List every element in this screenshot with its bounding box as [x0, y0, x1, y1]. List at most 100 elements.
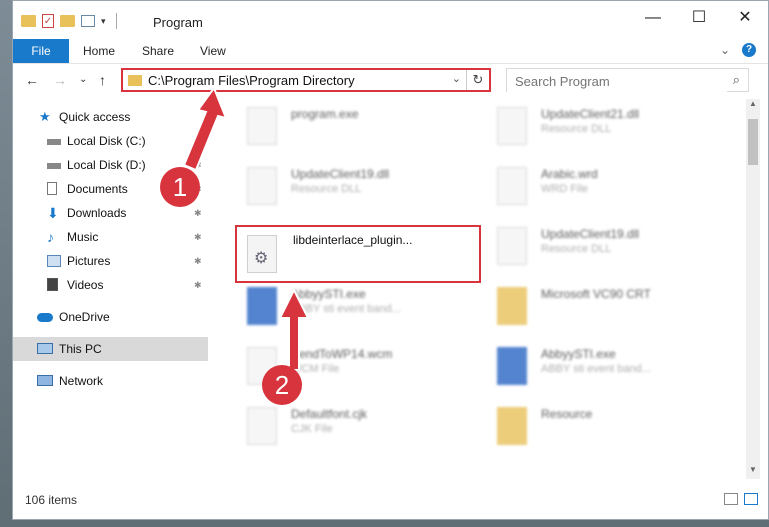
documents-icon	[47, 182, 57, 195]
drive-icon	[47, 163, 61, 169]
file-item[interactable]: Defaultfont.cjk CJK File	[233, 399, 473, 455]
sidebar-item-label: Pictures	[67, 254, 111, 268]
file-item[interactable]: AbbyySTI.exe ABBY sti event band...	[483, 339, 723, 395]
details-view-icon[interactable]	[724, 493, 738, 505]
file-type: Resource DLL	[291, 183, 362, 195]
ribbon-tabs: File Home Share View ⌄ ?	[13, 39, 768, 64]
videos-icon	[47, 278, 58, 291]
recent-locations-chevron-icon[interactable]: ⌄	[79, 74, 87, 85]
dll-file-icon	[497, 107, 527, 145]
properties-check-icon[interactable]: ✓	[42, 14, 54, 28]
file-item[interactable]: UpdateClient19.dll Resource DLL	[483, 219, 723, 275]
generic-file-icon	[497, 167, 527, 205]
pin-icon[interactable]: ✱	[194, 201, 202, 225]
downloads-icon: ⬇	[47, 205, 59, 221]
sidebar-item-quick-access[interactable]: ★ Quick access	[13, 105, 208, 129]
file-type: ABBY sti event band...	[541, 363, 651, 375]
address-bar[interactable]: C:\Program Files\Program Directory ⌄ ↻	[121, 68, 491, 92]
file-item[interactable]: Resource	[483, 399, 723, 455]
tab-home[interactable]: Home	[83, 39, 115, 63]
folder-icon	[128, 75, 142, 86]
sidebar-item-onedrive[interactable]: OneDrive	[13, 305, 208, 329]
sidebar-item-label: Music	[67, 230, 99, 244]
scroll-down-arrow-icon[interactable]: ▼	[746, 465, 760, 479]
star-icon: ★	[39, 109, 51, 124]
file-item[interactable]: UpdateClient21.dll Resource DLL	[483, 99, 723, 155]
large-icons-view-icon[interactable]	[744, 493, 758, 505]
refresh-button[interactable]: ↻	[466, 70, 489, 90]
file-name: libdeinterlace_plugin...	[293, 233, 413, 247]
file-name: AbbyySTI.exe	[541, 347, 616, 361]
pin-icon[interactable]: ✱	[194, 273, 202, 297]
file-type: CJK File	[291, 423, 333, 435]
tab-view[interactable]: View	[200, 39, 226, 63]
sidebar-item-videos[interactable]: Videos ✱	[13, 273, 208, 297]
sidebar-item-music[interactable]: ♪ Music ✱	[13, 225, 208, 249]
quick-access-toolbar: ✓ ▾	[21, 13, 121, 29]
minimize-button[interactable]: —	[630, 1, 676, 35]
item-count: 106 items	[25, 493, 78, 507]
file-name: AbbyySTI.exe	[291, 287, 366, 301]
maximize-button[interactable]: ☐	[676, 1, 722, 35]
toolbar-divider	[115, 13, 117, 29]
title-bar: ✓ ▾ Program — ☐ ✕	[13, 1, 768, 39]
forward-button[interactable]: →	[53, 72, 67, 88]
file-name: Resource	[541, 407, 593, 421]
sidebar-item-pictures[interactable]: Pictures ✱	[13, 249, 208, 273]
file-name: Arabic.wrd	[541, 167, 598, 181]
navigation-pane: ★ Quick access Local Disk (C:) Local Dis…	[13, 99, 208, 479]
step-1-badge: 1	[160, 167, 200, 207]
sidebar-item-network[interactable]: Network	[13, 369, 208, 393]
dll-file-icon	[497, 227, 527, 265]
up-button[interactable]: ↑	[99, 72, 106, 88]
computer-icon	[37, 343, 53, 354]
address-path[interactable]: C:\Program Files\Program Directory	[148, 73, 355, 88]
file-item[interactable]: UpdateClient19.dll Resource DLL	[233, 159, 473, 215]
help-icon[interactable]: ?	[742, 43, 756, 57]
sidebar-item-label: This PC	[59, 342, 102, 356]
back-button[interactable]: ←	[25, 72, 39, 88]
file-type: Resource DLL	[541, 123, 612, 135]
pin-icon[interactable]: ✱	[194, 225, 202, 249]
file-type: ABBY sti event band...	[291, 303, 401, 315]
tab-file[interactable]: File	[13, 39, 69, 63]
sidebar-item-local-disk-c[interactable]: Local Disk (C:)	[13, 129, 208, 153]
view-toggle-icon[interactable]	[81, 15, 95, 27]
music-icon: ♪	[47, 229, 54, 245]
file-item[interactable]: program.exe	[233, 99, 473, 155]
file-name: Defaultfont.cjk	[291, 407, 368, 421]
pin-icon[interactable]: ✱	[194, 249, 202, 273]
application-icon	[247, 107, 277, 145]
file-item[interactable]: Microsoft VC90 CRT	[483, 279, 723, 335]
sidebar-item-label: Downloads	[67, 206, 127, 220]
sidebar-item-this-pc[interactable]: This PC	[13, 337, 208, 361]
generic-file-icon	[247, 407, 277, 445]
file-list: program.exe UpdateClient21.dll Resource …	[223, 99, 743, 479]
window-controls: — ☐ ✕	[630, 1, 768, 35]
sidebar-item-label: Videos	[67, 278, 104, 292]
folder-icon[interactable]	[21, 15, 36, 27]
scroll-thumb[interactable]	[748, 119, 758, 165]
sidebar-item-label: Quick access	[59, 110, 131, 124]
navigation-bar: ← → ⌄ ↑ C:\Program Files\Program Directo…	[13, 64, 768, 96]
tab-share[interactable]: Share	[142, 39, 174, 63]
expand-ribbon-chevron-icon[interactable]: ⌄	[720, 43, 730, 57]
address-dropdown-chevron-icon[interactable]: ⌄	[452, 72, 461, 85]
customize-toolbar-chevron-icon[interactable]: ▾	[101, 16, 106, 27]
sidebar-item-label: Documents	[67, 182, 128, 196]
search-box[interactable]: ⌕	[506, 68, 749, 93]
close-button[interactable]: ✕	[722, 1, 768, 35]
file-item[interactable]: Arabic.wrd WRD File	[483, 159, 723, 215]
view-mode-buttons	[724, 493, 758, 505]
scroll-up-arrow-icon[interactable]: ▲	[746, 99, 760, 113]
search-icon[interactable]: ⌕	[733, 72, 740, 88]
gear-icon: ⚙	[254, 250, 269, 267]
vertical-scrollbar[interactable]: ▲ ▼	[746, 99, 760, 479]
search-input[interactable]	[507, 69, 727, 93]
file-name: UpdateClient21.dll	[541, 107, 640, 121]
file-item[interactable]: AbbyySTI.exe ABBY sti event band...	[233, 279, 473, 335]
new-folder-icon[interactable]	[60, 15, 75, 27]
file-type: WRD File	[541, 183, 589, 195]
file-name: UpdateClient19.dll	[291, 167, 390, 181]
file-item-highlighted[interactable]: ⚙ libdeinterlace_plugin...	[235, 225, 481, 283]
